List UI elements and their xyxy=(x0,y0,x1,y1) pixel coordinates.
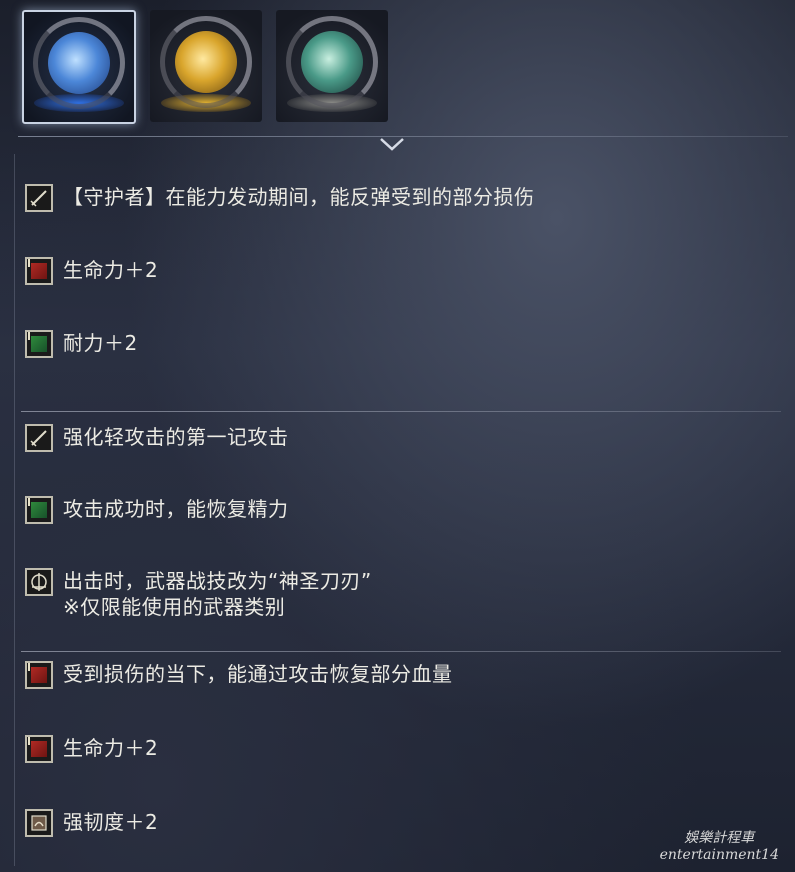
effect-text: 强化轻攻击的第一记攻击 xyxy=(63,425,289,449)
effect-row: 强韧度＋2 xyxy=(25,809,158,837)
relic-selector xyxy=(22,10,388,124)
effect-row: 【守护者】在能力发动期间，能反弹受到的部分损伤 xyxy=(25,184,535,212)
effect-row: 耐力＋2 xyxy=(25,330,138,358)
effect-text: 攻击成功时，能恢复精力 xyxy=(63,497,289,521)
group-divider xyxy=(21,651,781,652)
effect-row: 生命力＋2 xyxy=(25,257,158,285)
effect-main-text: 出击时，武器战技改为“神圣刀刃” xyxy=(63,569,372,593)
red-stat-icon xyxy=(25,661,53,689)
effect-note-text: ※仅限能使用的武器类别 xyxy=(63,595,286,619)
green-stat-icon xyxy=(25,496,53,524)
relic-cage xyxy=(160,15,252,108)
watermark-line1: 娛樂計程車 xyxy=(684,830,755,846)
watermark: 娛樂計程車 entertainment14 xyxy=(660,830,779,864)
effect-text: 受到损伤的当下，能通过攻击恢复部分血量 xyxy=(63,662,453,686)
effect-text: 【守护者】在能力发动期间，能反弹受到的部分损伤 xyxy=(63,185,535,209)
watermark-line2: entertainment14 xyxy=(659,847,779,863)
sword-icon xyxy=(25,184,53,212)
relic-slot-gold[interactable] xyxy=(150,10,262,122)
effect-text: 生命力＋2 xyxy=(63,736,159,760)
effect-row: 攻击成功时，能恢复精力 xyxy=(25,496,289,524)
chevron-down-icon xyxy=(380,138,404,151)
effect-text: 强韧度＋2 xyxy=(63,810,159,834)
effect-text: 生命力＋2 xyxy=(63,258,159,282)
relic-cage xyxy=(286,15,378,108)
skill-icon xyxy=(25,568,53,596)
red-stat-icon xyxy=(25,257,53,285)
effect-row: 生命力＋2 xyxy=(25,735,158,763)
relic-slot-green[interactable] xyxy=(276,10,388,122)
poise-icon xyxy=(25,809,53,837)
effect-text: 耐力＋2 xyxy=(63,331,138,355)
relic-effects-panel: 【守护者】在能力发动期间，能反弹受到的部分损伤 生命力＋2 耐力＋2 强化轻攻击… xyxy=(14,154,791,866)
sword-icon xyxy=(25,424,53,452)
red-stat-icon xyxy=(25,735,53,763)
effect-row: 出击时，武器战技改为“神圣刀刃” ※仅限能使用的武器类别 xyxy=(25,568,372,620)
effect-row: 强化轻攻击的第一记攻击 xyxy=(25,424,289,452)
effect-row: 受到损伤的当下，能通过攻击恢复部分血量 xyxy=(25,661,453,689)
relic-cage xyxy=(33,16,125,109)
group-divider xyxy=(21,411,781,412)
effect-text: 出击时，武器战技改为“神圣刀刃” ※仅限能使用的武器类别 xyxy=(63,568,372,620)
relic-slot-blue[interactable] xyxy=(22,10,136,124)
green-stat-icon xyxy=(25,330,53,358)
